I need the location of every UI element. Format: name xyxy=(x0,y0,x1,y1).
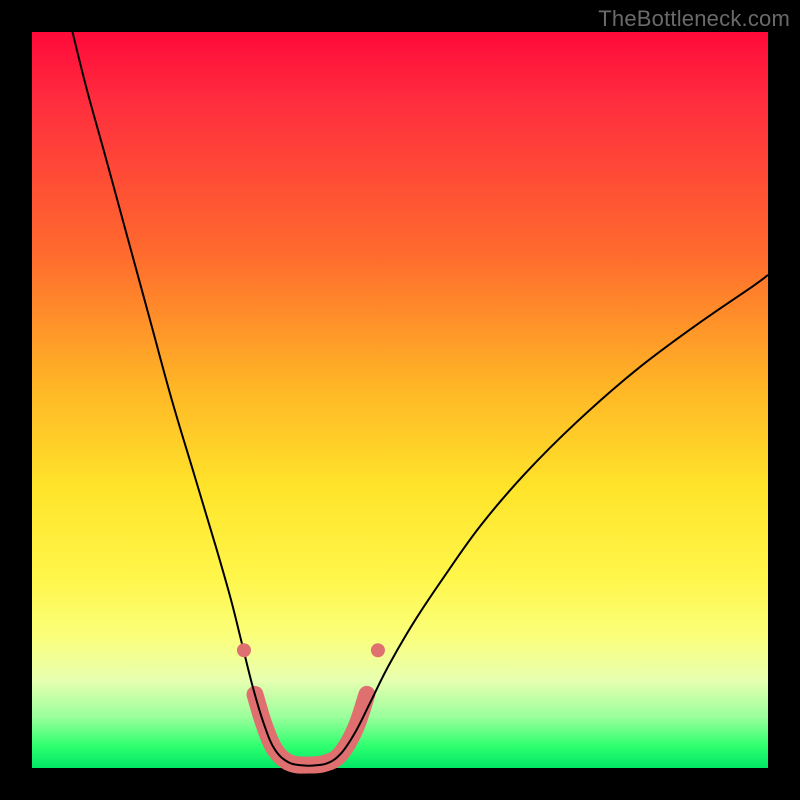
markers-group xyxy=(237,643,385,657)
chart-overlay xyxy=(32,32,768,768)
highlight-band-group xyxy=(255,694,367,765)
watermark-text: TheBottleneck.com xyxy=(598,6,790,32)
highlight-band-path xyxy=(255,694,367,765)
marker-dot xyxy=(237,643,251,657)
curve-right-path xyxy=(308,275,768,766)
plot-area xyxy=(32,32,768,768)
marker-dot xyxy=(371,643,385,657)
curve-right-group xyxy=(308,275,768,766)
chart-frame: TheBottleneck.com xyxy=(0,0,800,800)
curve-left-group xyxy=(72,32,308,766)
curve-left-path xyxy=(72,32,308,766)
